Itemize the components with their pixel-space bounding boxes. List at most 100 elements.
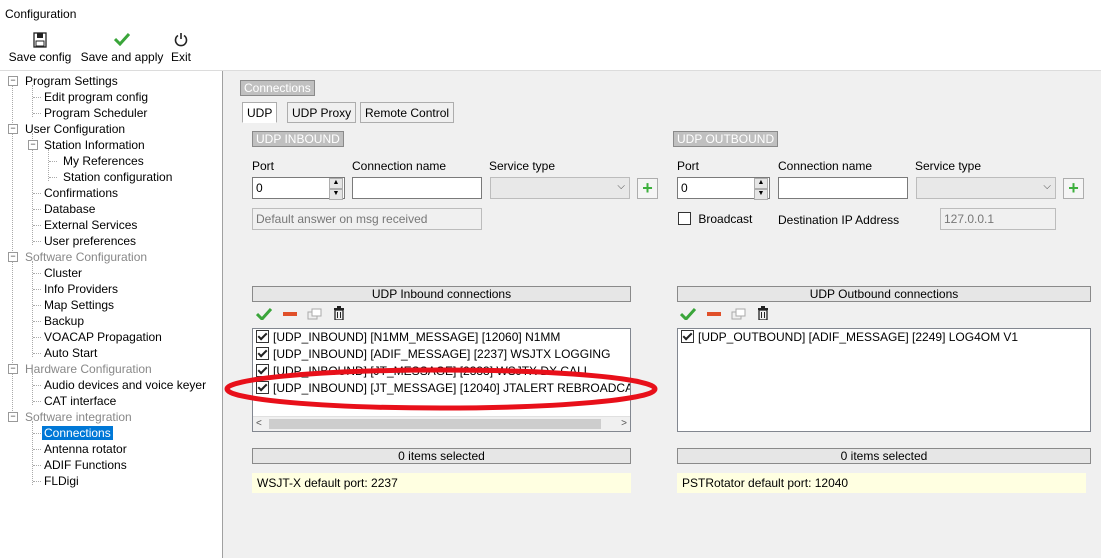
tree-item-station-configuration[interactable]: Station configuration [63,169,172,185]
tree-item-user-configuration[interactable]: User Configuration [25,121,125,137]
inbound-port-label: Port [252,159,275,173]
exit-label: Exit [170,50,191,64]
collapse-icon[interactable]: − [8,124,18,134]
inbound-selected-count: 0 items selected [252,448,631,464]
list-item[interactable]: [UDP_INBOUND] [ADIF_MESSAGE] [2237] WSJT… [256,346,610,363]
broadcast-checkbox[interactable]: Broadcast [678,212,752,226]
settings-tree[interactable]: − Program Settings Edit program config P… [0,71,223,558]
tree-item-software-integration[interactable]: Software integration [25,409,132,425]
destination-ip-input[interactable]: 127.0.0.1 [940,208,1056,230]
tree-item-backup[interactable]: Backup [44,313,84,329]
broadcast-label: Broadcast [698,212,753,226]
tree-item-voacap-propagation[interactable]: VOACAP Propagation [44,329,162,345]
copy-icon[interactable] [731,308,747,323]
outbound-connection-name-label: Connection name [778,159,873,173]
tree-item-fldigi[interactable]: FLDigi [44,473,79,489]
inbound-connection-name-label: Connection name [352,159,447,173]
inbound-connection-name-input[interactable] [352,177,482,199]
outbound-selected-count: 0 items selected [677,448,1091,464]
tree-item-user-preferences[interactable]: User preferences [44,233,136,249]
scrollbar-thumb[interactable] [269,419,601,429]
tree-item-cluster[interactable]: Cluster [44,265,82,281]
tree-item-hardware-configuration[interactable]: Hardware Configuration [25,361,152,377]
connections-caption: Connections [240,80,315,96]
tab-remote-control[interactable]: Remote Control [360,102,455,123]
chevron-down-icon: ⌵ [1043,181,1051,192]
udp-outbound-caption: UDP OUTBOUND [673,131,779,147]
tab-udp[interactable]: UDP [242,102,278,123]
spin-arrows-icon[interactable]: ▲ ▼ [329,178,343,200]
tree-item-program-settings[interactable]: Program Settings [25,73,118,89]
list-item[interactable]: [UDP_OUTBOUND] [ADIF_MESSAGE] [2249] LOG… [681,329,1018,346]
check-all-icon[interactable] [679,307,697,323]
collapse-icon[interactable]: − [8,364,18,374]
outbound-port-spinbox[interactable]: 0 ▲ ▼ [677,177,770,200]
outbound-service-type-select[interactable]: ⌵ [916,177,1056,199]
outbound-list-toolbar [679,306,775,324]
checkmark-icon [80,32,164,50]
checkbox[interactable] [681,330,694,343]
horizontal-scrollbar[interactable]: < > [253,416,630,431]
default-answer-input[interactable]: Default answer on msg received [252,208,482,230]
collapse-icon[interactable]: − [8,76,18,86]
save-and-apply-button[interactable]: Save and apply [80,30,164,66]
tree-item-station-information[interactable]: Station Information [44,137,145,153]
inbound-hint: WSJT-X default port: 2237 [252,473,631,493]
inbound-port-value: 0 [256,181,263,195]
default-answer-placeholder: Default answer on msg received [256,212,428,226]
spin-arrows-icon[interactable]: ▲ ▼ [754,178,768,200]
tree-item-auto-start[interactable]: Auto Start [44,345,97,361]
checkbox[interactable] [256,347,269,360]
tree-item-connections[interactable]: Connections [42,425,113,441]
toolbar: Save config Save and apply Exit [0,28,1101,71]
udp-inbound-caption: UDP INBOUND [252,131,344,147]
tree-item-info-providers[interactable]: Info Providers [44,281,118,297]
destination-ip-value: 127.0.0.1 [944,212,995,226]
tree-item-antenna-rotator[interactable]: Antenna rotator [44,441,127,457]
check-all-icon[interactable] [255,307,273,323]
outbound-add-button[interactable]: + [1063,178,1084,199]
outbound-hint: PSTRotator default port: 12040 [677,473,1086,493]
collapse-icon[interactable]: − [8,252,18,262]
tree-item-adif-functions[interactable]: ADIF Functions [44,457,127,473]
exit-button[interactable]: Exit [168,30,194,66]
power-icon [168,32,194,50]
outbound-connection-name-input[interactable] [778,177,908,199]
inbound-add-button[interactable]: + [637,178,658,199]
tree-item-program-scheduler[interactable]: Program Scheduler [44,105,147,121]
tree-item-software-configuration[interactable]: Software Configuration [25,249,147,265]
tab-udp-proxy[interactable]: UDP Proxy [287,102,357,123]
scroll-right-icon[interactable]: > [621,417,627,431]
tree-item-edit-program-config[interactable]: Edit program config [44,89,148,105]
remove-icon[interactable] [706,308,722,323]
inbound-service-type-select[interactable]: ⌵ [490,177,630,199]
tree-item-map-settings[interactable]: Map Settings [44,297,114,313]
destination-ip-label: Destination IP Address [778,213,900,227]
floppy-disk-icon [8,32,72,50]
scroll-left-icon[interactable]: < [256,417,262,431]
inbound-service-type-label: Service type [489,159,556,173]
list-item[interactable]: [UDP_INBOUND] [N1MM_MESSAGE] [12060] N1M… [256,329,560,346]
tree-item-audio-devices[interactable]: Audio devices and voice keyer [44,377,206,393]
inbound-list-toolbar [255,306,351,324]
save-config-button[interactable]: Save config [8,30,72,66]
outbound-port-label: Port [677,159,700,173]
tree-item-my-references[interactable]: My References [63,153,144,169]
checkbox[interactable] [678,212,691,225]
inbound-port-spinbox[interactable]: 0 ▲ ▼ [252,177,345,200]
checkbox[interactable] [256,330,269,343]
copy-icon[interactable] [307,308,323,323]
tree-item-database[interactable]: Database [44,201,95,217]
tree-item-confirmations[interactable]: Confirmations [44,185,118,201]
title-bar: Configuration [0,0,1101,28]
tree-item-external-services[interactable]: External Services [44,217,137,233]
trash-icon[interactable] [757,306,769,323]
remove-icon[interactable] [282,308,298,323]
plus-icon: + [642,178,653,198]
collapse-icon[interactable]: − [8,412,18,422]
trash-icon[interactable] [333,306,345,323]
plus-icon: + [1068,178,1079,198]
outbound-connections-list[interactable]: [UDP_OUTBOUND] [ADIF_MESSAGE] [2249] LOG… [677,328,1091,432]
tree-item-cat-interface[interactable]: CAT interface [44,393,116,409]
collapse-icon[interactable]: − [28,140,38,150]
